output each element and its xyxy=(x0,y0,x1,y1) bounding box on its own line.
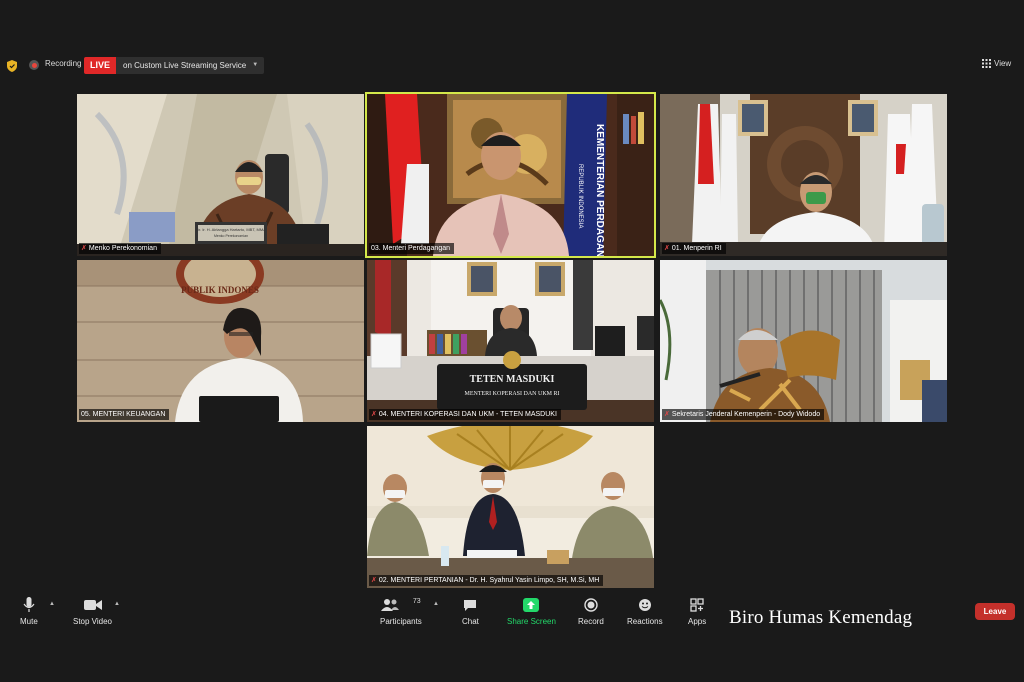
smiley-face-icon xyxy=(638,596,652,614)
chat-label: Chat xyxy=(462,617,479,626)
share-screen-icon xyxy=(523,596,540,614)
chat-icon xyxy=(463,596,477,614)
reactions-button[interactable]: Reactions xyxy=(627,596,663,626)
participant-video: KEMENTERIAN PERDAGANGAN REPUBLIK INDONES… xyxy=(367,94,654,256)
mic-muted-icon: ✗ xyxy=(371,577,377,584)
participant-video xyxy=(367,426,654,588)
apps-label: Apps xyxy=(688,617,707,626)
microphone-icon xyxy=(23,596,35,614)
participant-name: 05. MENTERI KEUANGAN xyxy=(81,411,166,418)
watermark-text: Biro Humas Kemendag xyxy=(729,607,913,628)
participant-name-bar: ✗ 04. MENTERI KOPERASI DAN UKM - TETEN M… xyxy=(369,409,561,420)
recording-label: Recording xyxy=(45,59,82,68)
chevron-down-icon: ▼ xyxy=(252,62,259,68)
mute-label: Mute xyxy=(20,617,38,626)
video-tile-menteri-koperasi-ukm[interactable]: TETEN MASDUKI MENTERI KOPERASI DAN UKM R… xyxy=(367,260,654,422)
video-tile-menko-perekonomian[interactable]: Dr. Ir. H. Airlangga Hartarto, MBT, MMA … xyxy=(77,94,364,256)
chat-button[interactable]: Chat xyxy=(462,596,479,626)
participants-options-caret-icon[interactable]: ▲ xyxy=(433,601,439,607)
view-button[interactable]: View xyxy=(982,59,1011,68)
audio-options-caret-icon[interactable]: ▲ xyxy=(49,601,55,607)
video-tile-sekjen-kemenperin[interactable]: ✗ Sekretaris Jenderal Kemenperin - Dody … xyxy=(660,260,947,422)
desk-nameplate-subtitle: MENTERI KOPERASI DAN UKM RI xyxy=(464,391,559,397)
live-service-dropdown[interactable]: on Custom Live Streaming Service ▼ xyxy=(116,57,265,74)
desk-nameplate-title: TETEN MASDUKI xyxy=(470,374,555,385)
video-tile-menperin-ri[interactable]: ✗ 01. Menperin RI xyxy=(660,94,947,256)
video-tile-menteri-keuangan[interactable]: PUBLIK INDONES 05. MENTERI KEUANGAN xyxy=(77,260,364,422)
stop-video-label: Stop Video xyxy=(73,617,112,626)
reactions-label: Reactions xyxy=(627,617,663,626)
mic-muted-icon: ✗ xyxy=(371,411,377,418)
meeting-top-bar: Recording LIVE on Custom Live Streaming … xyxy=(0,54,1024,78)
grid-icon xyxy=(982,59,991,68)
participant-name: 04. MENTERI KOPERASI DAN UKM - TETEN MAS… xyxy=(378,411,557,418)
participant-name-bar: ✗ Sekretaris Jenderal Kemenperin - Dody … xyxy=(662,409,825,420)
mic-muted-icon: ✗ xyxy=(664,245,670,252)
participant-video: PUBLIK INDONES xyxy=(77,260,364,422)
participant-name: 03. Menteri Perdagangan xyxy=(371,245,450,252)
apps-button[interactable]: Apps xyxy=(688,596,706,626)
video-tile-menteri-perdagangan[interactable]: KEMENTERIAN PERDAGANGAN REPUBLIK INDONES… xyxy=(367,94,654,256)
security-shield-icon[interactable] xyxy=(7,59,17,77)
ministry-banner-subtext: REPUBLIK INDONESIA xyxy=(577,164,583,228)
participant-name: 01. Menperin RI xyxy=(671,245,722,252)
record-button[interactable]: Record xyxy=(578,596,604,626)
participant-video xyxy=(660,260,947,422)
view-label: View xyxy=(994,59,1012,68)
participants-icon: 73 xyxy=(380,596,421,614)
mic-muted-icon: ✗ xyxy=(81,245,87,252)
participant-name-bar: ✗ 02. MENTERI PERTANIAN - Dr. H. Syahrul… xyxy=(369,575,604,586)
mic-muted-icon: ✗ xyxy=(664,411,670,418)
share-screen-button[interactable]: Share Screen xyxy=(507,596,556,626)
stop-video-button[interactable]: Stop Video xyxy=(73,596,112,626)
participant-name: Menko Perekonomian xyxy=(88,245,157,252)
apps-icon xyxy=(690,596,704,614)
video-options-caret-icon[interactable]: ▲ xyxy=(114,601,120,607)
participant-name-bar: 05. MENTERI KEUANGAN xyxy=(79,409,170,420)
participant-name-bar: 03. Menteri Perdagangan xyxy=(369,243,454,254)
live-service-label: on Custom Live Streaming Service xyxy=(123,61,247,70)
share-screen-label: Share Screen xyxy=(507,617,556,626)
wall-emblem-text: PUBLIK INDONES xyxy=(181,285,259,295)
participants-label: Participants xyxy=(380,617,422,626)
participants-button[interactable]: 73 Participants xyxy=(380,596,422,626)
participant-name: 02. MENTERI PERTANIAN - Dr. H. Syahrul Y… xyxy=(378,577,600,584)
leave-button[interactable]: Leave xyxy=(975,603,1015,620)
participant-name-bar: ✗ 01. Menperin RI xyxy=(662,243,726,254)
participant-video: Dr. Ir. H. Airlangga Hartarto, MBT, MMA … xyxy=(77,94,364,256)
participant-video: TETEN MASDUKI MENTERI KOPERASI DAN UKM R… xyxy=(367,260,654,422)
mute-button[interactable]: Mute xyxy=(20,596,38,626)
recording-icon xyxy=(29,60,39,70)
video-tile-menteri-pertanian[interactable]: ✗ 02. MENTERI PERTANIAN - Dr. H. Syahrul… xyxy=(367,426,654,588)
live-stream-indicator[interactable]: LIVE on Custom Live Streaming Service ▼ xyxy=(84,57,265,74)
record-label: Record xyxy=(578,617,604,626)
record-icon xyxy=(584,596,598,614)
participant-video xyxy=(660,94,947,256)
ministry-banner-text: KEMENTERIAN PERDAGANGAN xyxy=(594,124,605,256)
live-badge: LIVE xyxy=(84,57,117,74)
nameplate-text: Dr. Ir. H. Airlangga Hartarto, MBT, MMA xyxy=(196,227,266,232)
participants-count: 73 xyxy=(412,598,421,605)
participant-name-bar: ✗ Menko Perekonomian xyxy=(79,243,161,254)
nameplate-subtext: Menko Perekonomian xyxy=(214,234,248,238)
participant-name: Sekretaris Jenderal Kemenperin - Dody Wi… xyxy=(671,411,821,418)
video-camera-icon xyxy=(83,596,102,614)
